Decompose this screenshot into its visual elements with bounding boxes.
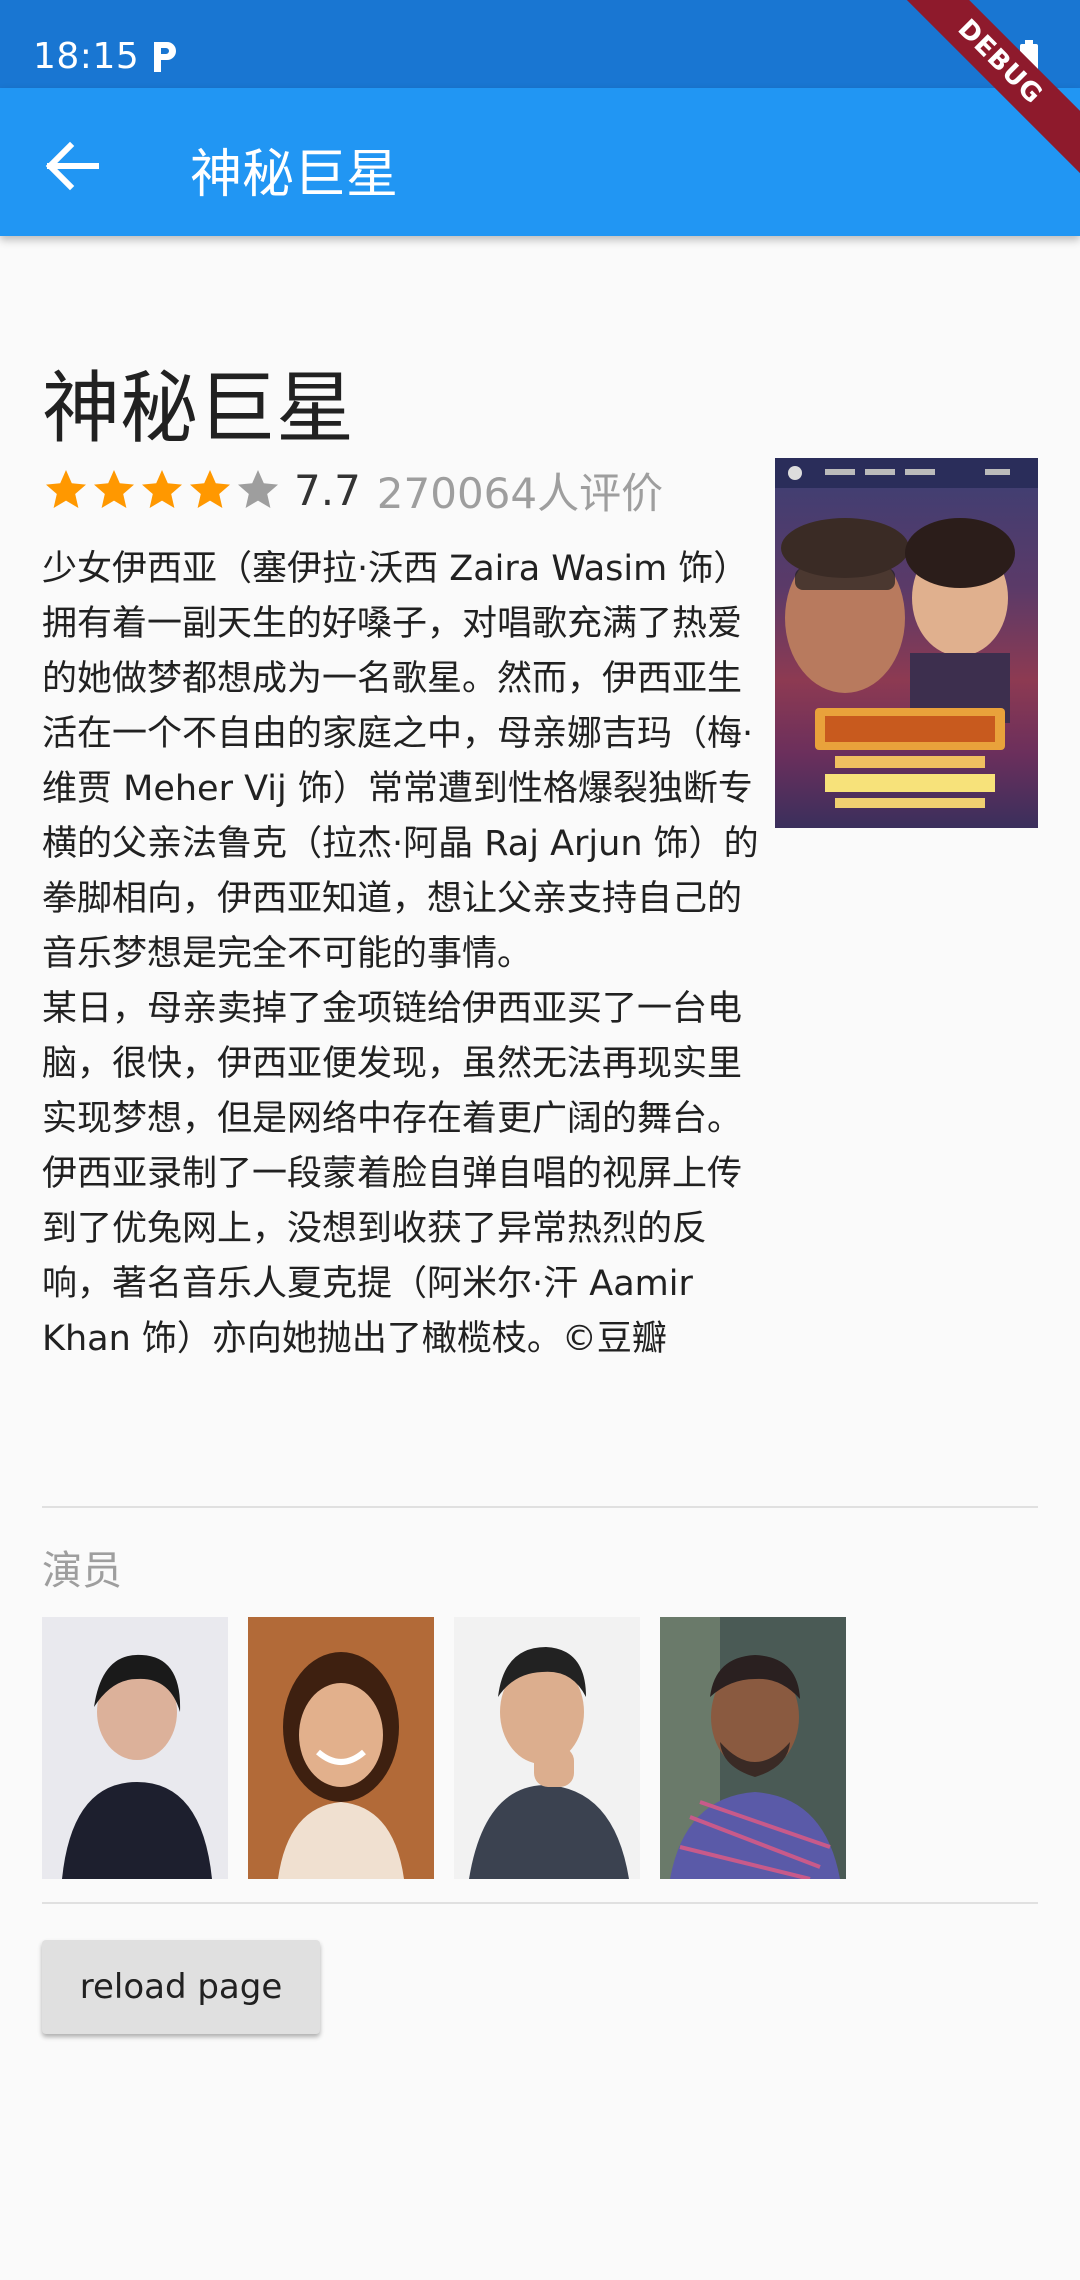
star-filled-icon bbox=[190, 470, 230, 508]
rating-count: 270064人评价 bbox=[376, 468, 664, 518]
reload-page-button[interactable]: reload page bbox=[42, 1940, 320, 2034]
parking-icon bbox=[154, 42, 176, 72]
star-filled-icon bbox=[142, 470, 182, 508]
star-filled-icon bbox=[94, 470, 134, 508]
cast-photo[interactable] bbox=[660, 1617, 846, 1879]
star-rating bbox=[42, 466, 282, 514]
cast-photo[interactable] bbox=[42, 1617, 228, 1879]
back-arrow-icon[interactable] bbox=[36, 130, 108, 202]
movie-poster bbox=[775, 458, 1038, 828]
star-empty-icon bbox=[238, 470, 278, 508]
poster-art bbox=[775, 458, 1038, 808]
cast-photo[interactable] bbox=[248, 1617, 434, 1879]
app-bar: 神秘巨星 bbox=[0, 88, 1080, 236]
app-bar-title: 神秘巨星 bbox=[190, 145, 399, 205]
cast-section-label: 演员 bbox=[42, 1548, 122, 1594]
star-filled-icon bbox=[46, 470, 86, 508]
movie-synopsis: 少女伊西亚（塞伊拉·沃西 Zaira Wasim 饰）拥有着一副天生的好嗓子，对… bbox=[42, 549, 759, 1359]
movie-title: 神秘巨星 bbox=[42, 364, 355, 454]
cast-list bbox=[42, 1617, 866, 1879]
cast-photo[interactable] bbox=[454, 1617, 640, 1879]
status-time: 18:15 bbox=[33, 36, 140, 77]
status-bar: 18:15 bbox=[0, 0, 1080, 88]
rating-row: 7.7 270064人评价 bbox=[42, 462, 663, 518]
rating-value: 7.7 bbox=[294, 465, 361, 515]
divider bbox=[42, 1506, 1038, 1508]
divider bbox=[42, 1902, 1038, 1904]
